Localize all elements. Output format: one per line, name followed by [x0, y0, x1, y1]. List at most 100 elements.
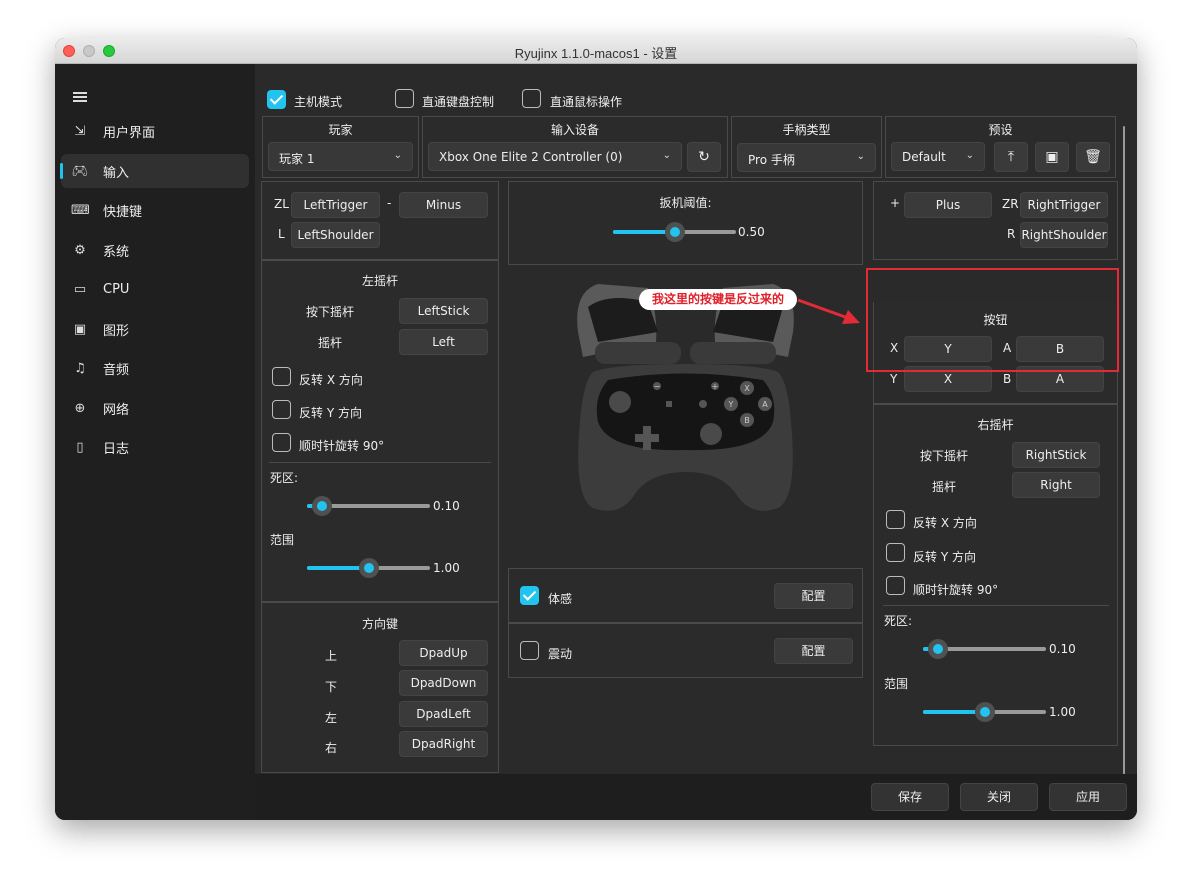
sidebar-item-network[interactable]: ⊕ 网络 [61, 391, 249, 425]
sidebar-item-hotkeys[interactable]: ⌨ 快捷键 [61, 193, 249, 227]
zr-label: ZR [1002, 197, 1019, 211]
right-stick-group: 右摇杆 按下摇杆 RightStick 摇杆 Right 反转 X 方向 反转 … [873, 404, 1118, 746]
b-glyph: B [744, 416, 750, 425]
x-glyph: X [744, 384, 750, 393]
save-preset-button[interactable]: ▣ [1035, 142, 1069, 172]
sidebar-item-cpu[interactable]: ▭ CPU [61, 272, 249, 306]
sidebar-item-input[interactable]: 🎮︎ 输入 [60, 154, 249, 188]
controller-type-select[interactable]: Pro 手柄 ⌄ [737, 143, 876, 172]
player-group: 玩家 玩家 1 ⌄ [262, 116, 419, 178]
right-rotate-checkbox[interactable] [886, 576, 905, 595]
dpad-right-label: 右 [325, 741, 338, 755]
input-settings-panel: 主机模式 直通键盘控制 直通鼠标操作 玩家 玩家 1 ⌄ 输入设备 Xbox On… [255, 64, 1137, 774]
host-mode-checkbox[interactable] [267, 90, 286, 109]
motion-checkbox[interactable] [520, 586, 539, 605]
right-shoulder-group: + Plus ZR RightTrigger R RightShoulder [873, 181, 1118, 260]
rumble-group: 震动 配置 [508, 623, 863, 678]
ui-icon: ⇲ [74, 123, 86, 139]
player-select[interactable]: 玩家 1 ⌄ [268, 142, 413, 171]
right-deadzone-label: 死区: [884, 614, 913, 628]
dpad-group: 方向键 上 DpadUp 下 DpadDown 左 DpadLeft 右 Dpa… [261, 602, 499, 773]
apply-button[interactable]: 应用 [1049, 783, 1127, 811]
right-stick-press-label: 按下摇杆 [920, 449, 969, 463]
settings-window: Ryujinx 1.1.0-macos1 - 设置 ⇲ 用户界面 🎮︎ 输入 ⌨ 快捷… [55, 38, 1137, 820]
sidebar-item-graphics[interactable]: ▣ 图形 [61, 312, 249, 346]
left-stick-label: 摇杆 [318, 336, 343, 350]
preset-group: 预设 Default ⌄ ⤒ ▣ 🗑︎ [885, 116, 1116, 178]
hamburger-menu-icon[interactable] [73, 90, 89, 104]
close-button[interactable]: 关闭 [960, 783, 1038, 811]
trigger-threshold-slider[interactable] [613, 222, 736, 242]
controller-type-group: 手柄类型 Pro 手柄 ⌄ [731, 116, 882, 178]
left-invert-y-label: 反转 Y 方向 [299, 406, 362, 420]
dpad-right-button[interactable]: DpadRight [399, 731, 488, 757]
right-invert-x-checkbox[interactable] [886, 510, 905, 529]
left-stick-binding-button[interactable]: Left [399, 329, 488, 355]
dpad-header: 方向键 [361, 617, 398, 631]
l-binding-button[interactable]: LeftShoulder [291, 222, 380, 248]
button-b-label: B [1003, 372, 1012, 386]
plus-glyph: + [712, 382, 719, 391]
left-invert-y-checkbox[interactable] [272, 400, 291, 419]
left-invert-x-checkbox[interactable] [272, 367, 291, 386]
right-stick-press-button[interactable]: RightStick [1012, 442, 1100, 468]
left-rotate-checkbox[interactable] [272, 433, 291, 452]
left-shoulder-group: ZL LeftTrigger - Minus L LeftShoulder [261, 181, 499, 260]
left-deadzone-slider[interactable] [307, 496, 430, 516]
refresh-icon: ↻ [698, 149, 710, 165]
direct-keyboard-checkbox[interactable] [395, 89, 414, 108]
zr-binding-button[interactable]: RightTrigger [1020, 192, 1108, 218]
scrollbar[interactable] [1123, 126, 1125, 792]
rumble-checkbox[interactable] [520, 641, 539, 660]
dpad-left-label: 左 [325, 711, 338, 725]
motion-config-button[interactable]: 配置 [774, 583, 853, 609]
right-stick-binding-button[interactable]: Right [1012, 472, 1100, 498]
right-deadzone-slider[interactable] [923, 639, 1046, 659]
dpad-down-label: 下 [325, 680, 338, 694]
dpad-down-button[interactable]: DpadDown [399, 670, 488, 696]
preset-select[interactable]: Default ⌄ [891, 142, 985, 171]
dpad-left-button[interactable]: DpadLeft [399, 701, 488, 727]
left-range-slider[interactable] [307, 558, 430, 578]
motion-group: 体感 配置 [508, 568, 863, 623]
delete-preset-button[interactable]: 🗑︎ [1076, 142, 1110, 172]
sidebar-item-ui[interactable]: ⇲ 用户界面 [61, 114, 249, 148]
footer-bar: 保存 关闭 应用 [255, 774, 1137, 820]
right-stick-label: 摇杆 [932, 480, 957, 494]
plus-binding-button[interactable]: Plus [904, 192, 992, 218]
globe-icon: ⊕ [74, 400, 86, 416]
window-title: Ryujinx 1.1.0-macos1 - 设置 [514, 46, 678, 61]
input-device-select[interactable]: Xbox One Elite 2 Controller (0) ⌄ [428, 142, 682, 171]
dpad-up-button[interactable]: DpadUp [399, 640, 488, 666]
sidebar-item-logging[interactable]: ▯ 日志 [61, 430, 249, 464]
zl-binding-button[interactable]: LeftTrigger [291, 192, 380, 218]
plus-label: + [890, 196, 901, 210]
button-y-label: Y [890, 372, 898, 386]
right-invert-y-checkbox[interactable] [886, 543, 905, 562]
a-glyph: A [762, 400, 768, 409]
rumble-config-button[interactable]: 配置 [774, 638, 853, 664]
r-binding-button[interactable]: RightShoulder [1020, 222, 1108, 248]
minus-label: - [387, 196, 392, 210]
annotation-arrow-icon [797, 298, 860, 324]
input-device-group: 输入设备 Xbox One Elite 2 Controller (0) ⌄ ↻ [422, 116, 728, 178]
right-stick-header: 右摇杆 [977, 418, 1014, 432]
sidebar: ⇲ 用户界面 🎮︎ 输入 ⌨ 快捷键 ⚙ 系统 ▭ CPU ▣ 图形 ♫ 音频 ⊕ 网络 ▯ 日志 [55, 64, 255, 820]
minus-binding-button[interactable]: Minus [399, 192, 488, 218]
chevron-down-icon: ⌄ [856, 151, 865, 162]
save-button[interactable]: 保存 [871, 783, 949, 811]
sidebar-item-audio[interactable]: ♫ 音频 [61, 351, 249, 385]
r-label: R [1007, 227, 1016, 241]
direct-mouse-label: 直通鼠标操作 [550, 95, 623, 109]
load-preset-button[interactable]: ⤒ [994, 142, 1028, 172]
sidebar-item-system[interactable]: ⚙ 系统 [61, 233, 249, 267]
annotation-callout: 我这里的按键是反过来的 [639, 289, 797, 310]
upload-icon: ⤒ [1007, 149, 1015, 165]
left-stick-press-button[interactable]: LeftStick [399, 298, 488, 324]
left-rotate-label: 顺时针旋转 90° [299, 439, 385, 453]
right-range-slider[interactable] [923, 702, 1046, 722]
refresh-devices-button[interactable]: ↻ [687, 142, 721, 172]
direct-mouse-checkbox[interactable] [522, 89, 541, 108]
controller-type-header: 手柄类型 [782, 123, 831, 137]
l-label: L [278, 227, 285, 241]
